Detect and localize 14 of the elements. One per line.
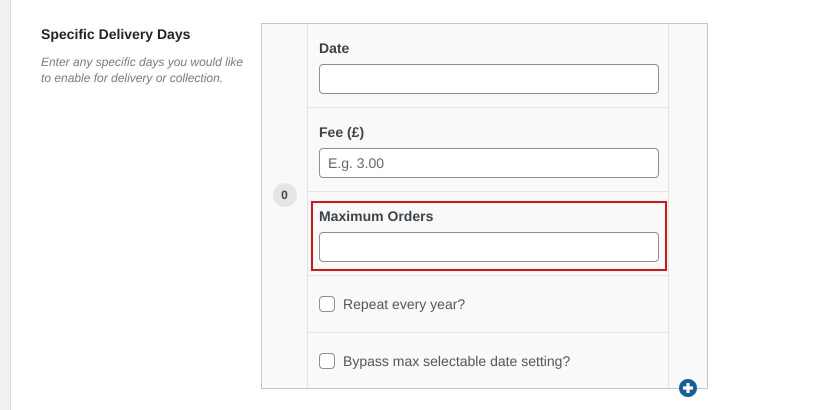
checkbox[interactable] <box>319 296 335 312</box>
input-field[interactable]: E.g. 3.00 <box>319 148 659 178</box>
row-number: 0 <box>272 183 296 207</box>
checkbox[interactable] <box>319 352 335 368</box>
input-field[interactable] <box>319 232 659 262</box>
checkbox-label[interactable]: Bypass max selectable date setting? <box>343 352 570 368</box>
input-field[interactable] <box>319 64 659 94</box>
field-label: Fee (£) <box>319 124 366 140</box>
field-label: Maximum Orders <box>319 208 434 224</box>
section-description: Enter any specific days you would like to enable for delivery or collection. <box>41 54 244 86</box>
field-label: Date <box>319 40 350 56</box>
add-row-icon[interactable] <box>679 379 697 397</box>
checkbox-label[interactable]: Repeat every year? <box>343 296 466 312</box>
section-title: Specific Delivery Days <box>41 25 192 43</box>
